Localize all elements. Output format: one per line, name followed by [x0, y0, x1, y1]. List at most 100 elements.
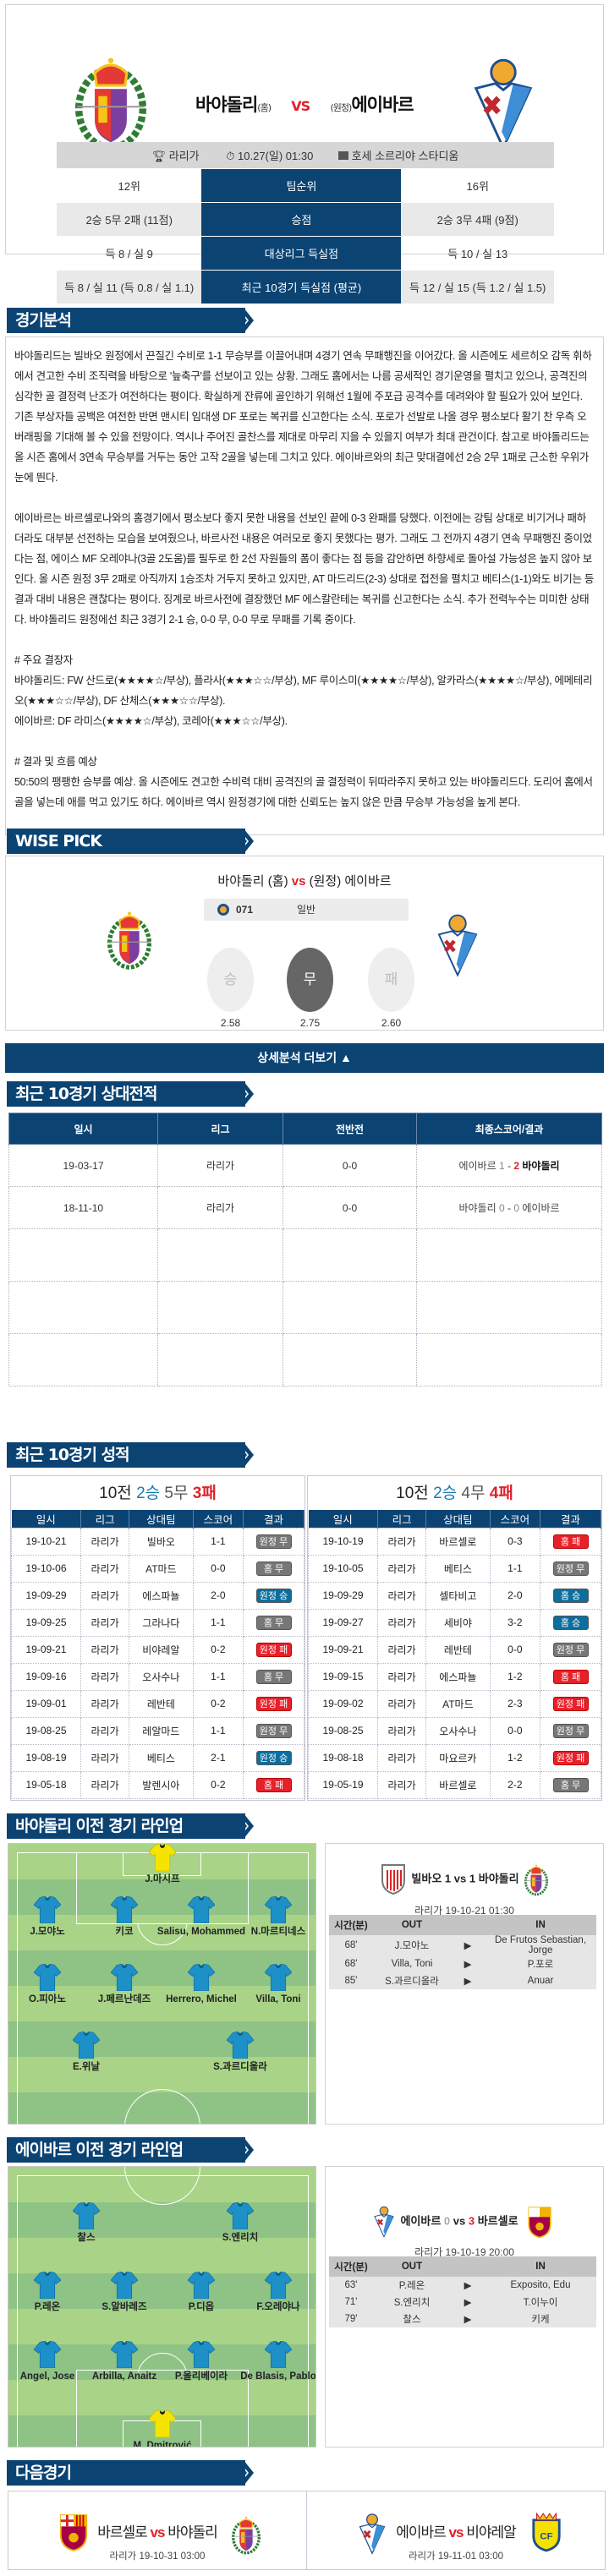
recent-row: 19-10-06 라리가 AT마드 0-0 홈 무: [10, 1554, 304, 1583]
h2h-home: 바야돌리: [458, 1202, 497, 1214]
sub-out: 찰스: [373, 2311, 451, 2327]
prev-home-score: 0: [443, 2214, 451, 2228]
sub-row: 71' S.엔리치 ▶ T.이누이: [329, 2294, 596, 2311]
h2h-row-empty: [8, 1281, 602, 1334]
barcelona-crest-icon: [527, 2207, 551, 2239]
goalkeeper-shirt-icon: [149, 2410, 176, 2437]
player-name: P.올리베이라: [174, 2371, 228, 2382]
result-cell: 원정 무: [540, 1554, 601, 1583]
sub-minute: 85': [329, 1972, 373, 1989]
eibar-crest-icon: [374, 2206, 395, 2238]
pick-option-0[interactable]: 승: [207, 948, 254, 1012]
recent-row: 19-09-15 라리가 에스파뇰 1-2 홈 패: [307, 1662, 601, 1691]
col-header: OUT: [373, 1915, 451, 1935]
result-cell: 홈 무: [540, 1770, 601, 1799]
player-name: J.마시프: [145, 1874, 180, 1884]
more-analysis-button[interactable]: 상세분석 더보기 ▲: [5, 1043, 604, 1073]
player-name: M. Dmitrović: [133, 2441, 192, 2447]
player: Villa, Toni: [228, 1964, 315, 2006]
h2h-row-empty: [8, 1333, 602, 1386]
summary-total: 10전: [99, 1485, 137, 1502]
shirt-icon: [111, 1896, 138, 1923]
shirt-icon: [265, 2341, 292, 2368]
col-header: 전반전: [283, 1113, 417, 1145]
next-vs: vs: [448, 2524, 464, 2540]
h2h-cell: [283, 1333, 417, 1386]
opponent-cell: 빌바오: [129, 1527, 194, 1556]
score-cell: 2-1: [192, 1743, 244, 1772]
valladolid-crest-icon: [523, 1863, 549, 1896]
col-header: 결과: [540, 1510, 601, 1528]
pick-option-2[interactable]: 패: [368, 948, 414, 1012]
result-badge: 홈 패: [552, 1534, 589, 1549]
col-header: 상대팀: [129, 1510, 194, 1528]
h2h-row-empty: [8, 1228, 602, 1282]
sub-in: 키케: [485, 2311, 596, 2327]
opponent-cell: 에스파뇰: [425, 1662, 491, 1691]
player: De Blasis, Pablo: [228, 2341, 315, 2383]
valladolid-crest-icon: [107, 905, 151, 973]
date-cell: 19-10-05: [307, 1554, 379, 1583]
stat-row: 득 8 / 실 11 (득 0.8 / 실 1.1) 최근 10경기 득실점 (…: [57, 270, 554, 304]
date-cell: 19-10-21: [10, 1527, 82, 1556]
recent-row: 19-08-25 라리가 레알마드 1-1 원정 무: [10, 1716, 304, 1745]
chevrons-icon: [222, 1081, 254, 1107]
col-header: 시간(분): [329, 1915, 373, 1935]
next-game-card[interactable]: 에이바르 vs 비야레알 CF 라리가 19-11-01 03:00: [306, 2491, 606, 2570]
date-cell: 19-08-18: [307, 1743, 379, 1772]
date-cell: 19-09-29: [10, 1581, 82, 1610]
date-cell: 19-08-25: [307, 1716, 379, 1745]
result-badge: 홈 무: [255, 1561, 292, 1576]
section-title: 에이바르 이전 경기 라인업: [15, 2141, 184, 2159]
opponent-cell: 오사수나: [129, 1662, 194, 1691]
sub-header-row: 시간(분) OUT IN: [329, 1915, 596, 1935]
result-cell: 원정 패: [540, 1743, 601, 1772]
result-badge: 원정 무: [255, 1534, 292, 1549]
player-name: Angel, Jose: [19, 2371, 75, 2382]
section-header-analysis: 경기분석: [7, 308, 254, 333]
col-header: 스코어: [193, 1510, 244, 1528]
result-badge: 원정 무: [552, 1723, 589, 1738]
player-name: P.디옵: [188, 2302, 215, 2312]
next-away: 비야레알: [466, 2524, 517, 2540]
substitutions-table: 시간(분) OUT IN 63' P.레온 ▶ Exposito, Edu 71' S.엔리치 ▶…: [329, 2256, 596, 2327]
league-cell: 라리가: [80, 1716, 130, 1745]
pick-option-1[interactable]: 무: [287, 948, 333, 1012]
league-cell: 라리가: [377, 1662, 427, 1691]
pick-away: (원정) 에이바르: [309, 874, 392, 889]
next-away: 바야돌리: [167, 2524, 218, 2540]
result-badge: 원정 무: [255, 1723, 292, 1738]
home-stat: 12위: [57, 168, 202, 203]
score-cell: 1-1: [192, 1662, 244, 1691]
opponent-cell: 베티스: [425, 1554, 491, 1583]
shirt-icon: [188, 2341, 215, 2368]
result-cell: 홈 패: [243, 1770, 304, 1799]
player-name: 키코: [115, 1927, 134, 1937]
shirt-icon: [34, 2341, 61, 2368]
result-cell: 홈 패: [540, 1662, 601, 1691]
next-game-card[interactable]: 바르셀로 vs 바야돌리 라리가 19-10-31 03:00: [8, 2491, 307, 2570]
date-cell: 19-09-25: [10, 1608, 82, 1637]
away-stat: 득 12 / 실 15 (득 1.2 / 실 1.5): [401, 270, 554, 304]
league-cell: 라리가: [80, 1770, 130, 1799]
section-title: 경기분석: [15, 311, 72, 330]
analysis-paragraph: 에이바르: DF 라미스(★★★★☆/부상), 코레아(★★★☆☆/부상).: [14, 715, 288, 727]
recent-row: 19-09-02 라리가 AT마드 2-3 원정 패: [307, 1689, 601, 1718]
result-badge: 원정 승: [255, 1750, 292, 1765]
sub-arrow-icon: ▶: [451, 2277, 485, 2294]
score-cell: 2-2: [489, 1770, 541, 1799]
recent-table: 일시 리그 상대팀 스코어 결과 19-10-21 라리가 빌바오 1-1 원정 무 19-10-0…: [10, 1510, 304, 1799]
score-cell: 1-1: [192, 1608, 244, 1637]
h2h-cell: [283, 1228, 417, 1282]
score-cell: 0-0: [192, 1554, 244, 1583]
vs-label: VS: [291, 98, 310, 114]
next-game-title: 바르셀로 vs 바야돌리: [8, 2520, 306, 2541]
date-cell: 19-05-18: [10, 1770, 82, 1799]
league-name: 라리가: [168, 149, 200, 162]
stat-label: 팀순위: [201, 168, 402, 203]
chevrons-icon: [222, 308, 254, 333]
home-stat: 2승 5무 2패 (11점): [57, 202, 202, 237]
result-badge: 원정 패: [255, 1696, 292, 1711]
match-title: 바야돌리(홈) VS (원정)에이바르: [195, 91, 414, 117]
